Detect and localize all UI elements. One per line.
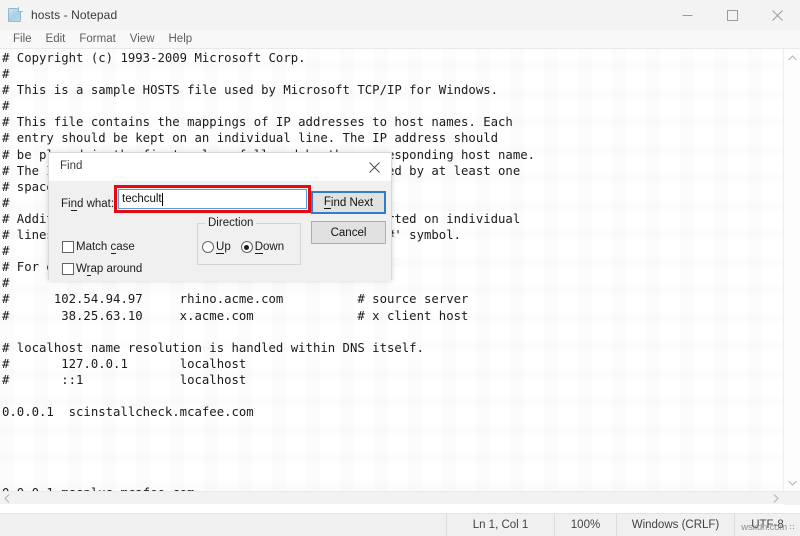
title-bar: hosts - Notepad (0, 0, 800, 30)
status-bar: Ln 1, Col 1 100% Windows (CRLF) UTF-8 ws… (0, 513, 800, 536)
chevron-left-icon[interactable] (0, 492, 14, 505)
close-icon[interactable] (755, 0, 800, 30)
menu-item-file[interactable]: File (6, 30, 39, 49)
maximize-icon[interactable] (710, 0, 755, 30)
radio-circle-icon (202, 241, 214, 253)
radio-direction-up[interactable]: Up (202, 241, 231, 254)
horizontal-scrollbar[interactable] (0, 491, 800, 505)
find-dialog-title: Find (60, 160, 83, 172)
resize-grip-icon (789, 524, 796, 531)
find-what-label-post: d what: (77, 198, 115, 210)
checkbox-wrap-around[interactable]: Wrap around (62, 263, 143, 276)
find-dialog-body: Find what: techcult Find Next Cancel Dir… (49, 181, 391, 281)
menu-bar: File Edit Format View Help (0, 30, 800, 49)
vertical-scrollbar[interactable] (783, 49, 800, 491)
cancel-button[interactable]: Cancel (311, 221, 386, 244)
minimize-icon[interactable] (665, 0, 710, 30)
radio-up-rest: p (224, 241, 231, 253)
radio-circle-selected-icon (240, 241, 253, 253)
find-what-input-value: techcult (122, 193, 162, 205)
menu-item-edit[interactable]: Edit (39, 30, 73, 49)
vertical-scrollbar-track[interactable] (784, 66, 800, 474)
find-what-input[interactable]: techcult (118, 189, 307, 209)
find-next-accel: F (323, 196, 331, 209)
wrap-around-pre: W (76, 263, 87, 275)
radio-down-rest: own (263, 241, 285, 253)
radio-direction-down[interactable]: Down (240, 241, 285, 254)
watermark-text: wsxdn.com (741, 522, 787, 533)
find-next-label: ind Next (330, 196, 374, 209)
find-next-button[interactable]: Find Next (311, 191, 386, 214)
radio-down-accel: D (254, 241, 264, 254)
radio-down-label: Down (254, 241, 285, 254)
radio-up-label: Up (216, 241, 231, 254)
find-dialog: Find Find what: techcult Find Next Cance… (48, 152, 392, 281)
find-what-label: Find what: (61, 198, 115, 211)
chevron-right-icon[interactable] (769, 492, 783, 505)
menu-item-help[interactable]: Help (162, 30, 200, 49)
close-icon[interactable] (357, 153, 391, 181)
menu-item-format[interactable]: Format (72, 30, 122, 49)
direction-legend: Direction (205, 217, 257, 229)
text-caret (161, 192, 163, 206)
match-case-pre: Match (76, 241, 111, 253)
checkbox-box-icon (62, 263, 74, 275)
wrap-around-post: ap around (90, 263, 143, 275)
match-case-post: ase (116, 241, 135, 253)
match-case-label: Match case (76, 241, 135, 254)
window-title: hosts - Notepad (31, 8, 118, 22)
chevron-up-icon[interactable] (784, 49, 800, 66)
window-controls (665, 0, 800, 30)
status-cursor-position: Ln 1, Col 1 (446, 513, 554, 536)
status-zoom-level: 100% (554, 513, 616, 536)
find-dialog-title-bar: Find (49, 153, 391, 181)
cancel-label: Cancel (330, 226, 367, 239)
menu-item-view[interactable]: View (123, 30, 162, 49)
checkbox-match-case[interactable]: Match case (62, 241, 135, 254)
status-line-ending: Windows (CRLF) (616, 513, 734, 536)
notepad-icon (7, 7, 23, 23)
checkbox-box-icon (62, 241, 74, 253)
scrollbar-corner (783, 492, 800, 505)
chevron-down-icon[interactable] (784, 474, 800, 491)
wrap-around-label: Wrap around (76, 263, 143, 276)
notepad-window: hosts - Notepad File Edit Format View He… (0, 0, 800, 536)
page-watermark: wsxdn.com (741, 522, 796, 533)
direction-radio-group: Up Down (202, 241, 285, 254)
find-what-label-pre: Fi (61, 198, 71, 210)
